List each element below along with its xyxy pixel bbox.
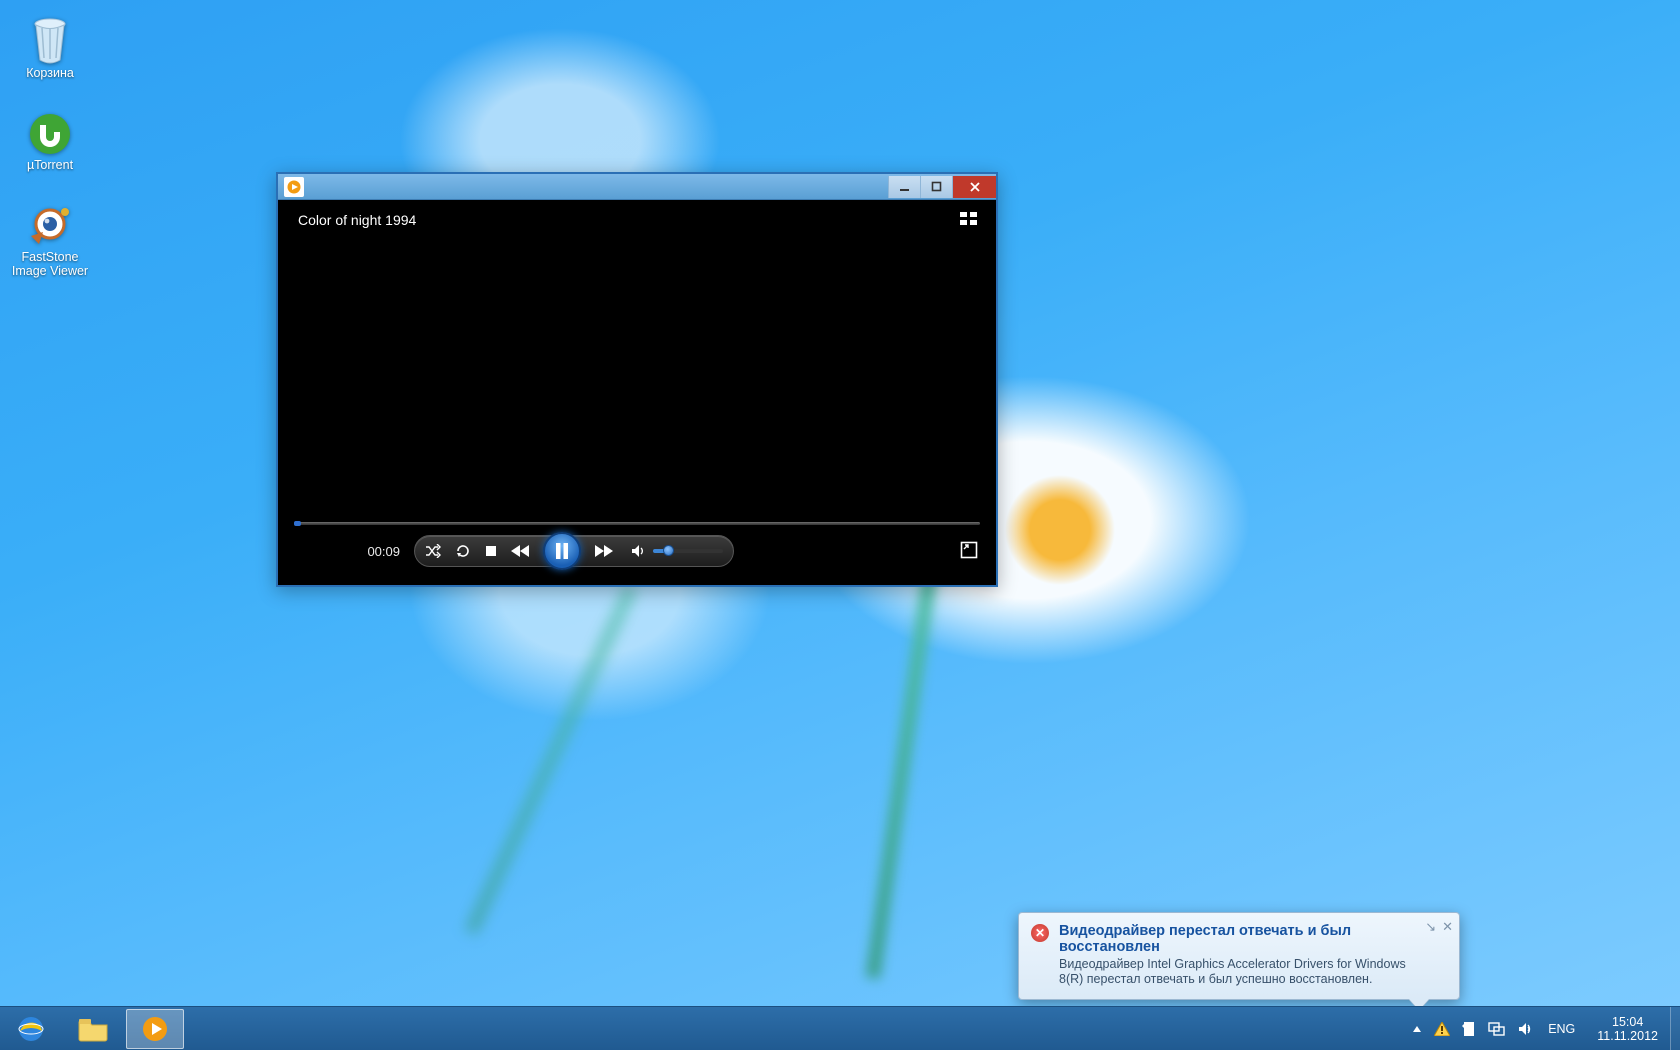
desktop-icon-recycle-bin[interactable]: Корзина [8,8,92,84]
clock-time: 15:04 [1597,1015,1658,1029]
notification-title: Видеодрайвер перестал отвечать и был вос… [1059,923,1431,955]
system-tray: ENG 15:04 11.11.2012 [1402,1015,1670,1043]
fullscreen-button[interactable] [960,541,978,562]
taskbar-item-wmp[interactable] [126,1009,184,1049]
next-button[interactable] [595,545,613,557]
warning-tray-icon[interactable] [1434,1022,1450,1036]
video-area[interactable]: Color of night 1994 00:09 [288,204,986,577]
media-player-window: Color of night 1994 00:09 [276,172,998,587]
clock[interactable]: 15:04 11.11.2012 [1589,1015,1666,1043]
mute-button[interactable] [631,544,645,558]
error-icon: ✕ [1031,924,1049,942]
stop-button[interactable] [485,545,497,557]
volume-tray-icon[interactable] [1518,1022,1534,1036]
seek-track [294,522,980,525]
language-indicator[interactable]: ENG [1546,1022,1577,1036]
player-controls: 00:09 [288,519,986,573]
wallpaper-decor [866,561,938,979]
notification-close-button[interactable]: ✕ [1442,919,1453,935]
minimize-button[interactable] [888,176,920,198]
faststone-icon [8,196,92,248]
window-titlebar[interactable] [278,174,996,200]
transport-controls [414,535,734,567]
wmp-icon [284,177,304,197]
elapsed-time: 00:09 [296,544,406,559]
play-pause-button[interactable] [543,532,581,570]
shuffle-button[interactable] [425,544,441,558]
taskbar-item-explorer[interactable] [64,1009,122,1049]
repeat-button[interactable] [455,543,471,559]
close-button[interactable] [952,176,996,198]
volume-slider[interactable] [653,549,723,553]
previous-button[interactable] [511,545,529,557]
seek-bar[interactable] [294,519,980,527]
utorrent-icon [8,104,92,156]
notification-body: Видеодрайвер Intel Graphics Accelerator … [1059,957,1431,987]
video-title: Color of night 1994 [298,212,416,228]
volume-thumb[interactable] [663,545,674,556]
taskbar-item-ie[interactable] [2,1009,60,1049]
show-desktop-button[interactable] [1670,1007,1680,1050]
desktop-icon-faststone[interactable]: FastStone Image Viewer [8,192,92,282]
seek-progress [294,521,301,526]
switch-to-library-button[interactable] [960,212,978,226]
desktop-icons: Корзина µTorrent FastStone Image Viewer [8,8,98,298]
desktop-icon-label: µTorrent [8,158,92,172]
desktop-icon-label: Корзина [8,66,92,80]
clock-date: 11.11.2012 [1597,1029,1658,1043]
show-hidden-icons-button[interactable] [1412,1024,1422,1034]
notification-options-button[interactable]: ↘ [1425,919,1436,935]
notification-balloon[interactable]: ✕ ↘ ✕ Видеодрайвер перестал отвечать и б… [1018,912,1460,1000]
desktop-icon-utorrent[interactable]: µTorrent [8,100,92,176]
recycle-bin-icon [8,12,92,64]
taskbar: ENG 15:04 11.11.2012 [0,1006,1680,1050]
action-center-icon[interactable] [1462,1021,1476,1037]
wallpaper-decor [465,585,636,934]
maximize-button[interactable] [920,176,952,198]
desktop-icon-label: FastStone Image Viewer [8,250,92,278]
network-icon[interactable] [1488,1022,1506,1036]
